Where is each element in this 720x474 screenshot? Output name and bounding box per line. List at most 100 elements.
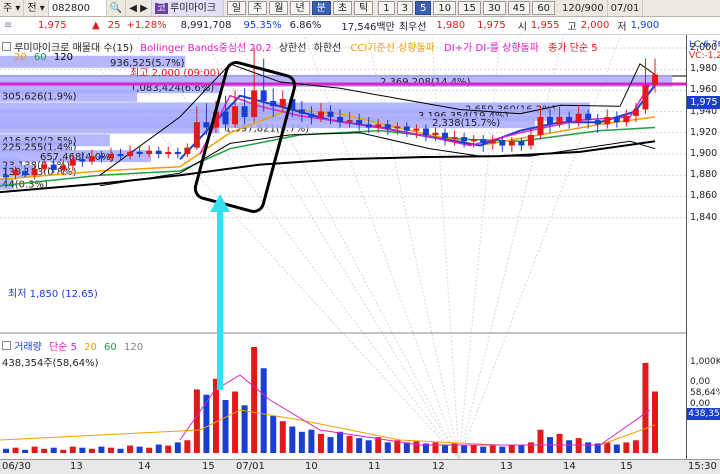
low-annotation: 최저 1,850 (12.65) (8, 288, 98, 300)
volume-bar (470, 444, 477, 453)
candle-body (556, 116, 563, 125)
time-axis-label: 11 (368, 461, 381, 472)
price-axis-label: 1,900 (690, 148, 718, 159)
candle-body (232, 106, 239, 125)
volume-bar (356, 438, 363, 453)
volume-bar (222, 400, 229, 453)
volume-bar (279, 421, 286, 453)
candle-body (632, 109, 639, 116)
candle-body (117, 154, 124, 157)
candle-body (566, 116, 573, 123)
candle-body (384, 124, 391, 129)
candle-body (594, 120, 601, 125)
volume-bar (260, 368, 267, 453)
profile-label: 2,369,208(14.4%) (380, 77, 471, 88)
volume-ma5-line (179, 374, 651, 446)
candle-body (451, 137, 458, 139)
candle-body (432, 132, 439, 135)
candle-body (346, 120, 353, 123)
ma120-line (0, 140, 656, 194)
candle-body (604, 116, 611, 125)
price-axis-label: 1,860 (690, 190, 718, 202)
candle-body (642, 85, 649, 110)
volume-bar (184, 440, 191, 453)
volume-ma120[interactable]: 120 (124, 342, 143, 353)
candle-body (279, 98, 286, 107)
volume-bar (136, 446, 143, 453)
volume-bar (575, 438, 582, 453)
candle-body (251, 90, 258, 117)
volume-bar (337, 431, 344, 453)
volume-bar (193, 389, 200, 453)
candle-body (422, 128, 429, 135)
candle-body (203, 122, 210, 128)
candle-body (127, 151, 134, 157)
time-axis-label: 10 (305, 461, 318, 472)
volume-bar (98, 446, 105, 453)
candle-body (298, 109, 305, 114)
volume-bar (251, 347, 258, 453)
candle-body (527, 134, 534, 146)
volume-bar (489, 445, 496, 453)
profile-label: 305,626(1.9%) (2, 92, 77, 103)
volume-axis-label: 58,64% (690, 388, 720, 398)
volume-bar (289, 426, 296, 453)
volume-bar (384, 442, 391, 453)
volume-bar (174, 442, 181, 453)
volume-bar (346, 436, 353, 453)
volume-bar (518, 445, 525, 453)
volume-bar (365, 440, 372, 453)
candle-body (165, 151, 172, 154)
candle-body (403, 126, 410, 131)
time-axis-label: 13 (70, 461, 83, 472)
volume-bar (327, 437, 334, 453)
volume-bar (604, 442, 611, 453)
volume-bar (566, 440, 573, 453)
price-axis-label: 1,880 (690, 169, 718, 181)
candle-body (107, 154, 114, 159)
time-axis-label: 15:30 (688, 461, 717, 472)
volume-bar (556, 433, 563, 453)
volume-bar (127, 445, 134, 453)
volume-title[interactable]: 거래량 (14, 342, 42, 353)
candle-body (50, 164, 57, 170)
volume-bar (117, 448, 124, 453)
price-axis-label: 1,920 (690, 126, 718, 138)
volume-bar (403, 442, 410, 453)
time-axis-label: 13 (500, 461, 513, 472)
candle-body (88, 156, 95, 162)
volume-bar (12, 447, 19, 453)
volume-bar (642, 362, 649, 453)
candle-body (98, 156, 105, 159)
candle-body (146, 150, 153, 154)
candle-body (547, 116, 554, 125)
volume-bar (241, 405, 248, 453)
price-axis-label: 1,960 (690, 84, 718, 96)
volume-bar (146, 447, 153, 453)
price-axis: LC:6,76 VC:-1,2 2,000 1,980 1,960 1,940 1,92… (686, 35, 720, 459)
candle-body (155, 150, 162, 154)
volume-ma5[interactable]: 단순 5 (49, 342, 77, 353)
time-axis-label: 14 (138, 461, 151, 472)
time-axis-label: 06/30 (2, 461, 31, 472)
volume-ma60[interactable]: 60 (104, 342, 117, 353)
stock-chart[interactable]: 936,525(5.7%)2,369,208(14.4%)1,083,424(6… (0, 0, 720, 474)
checkbox-icon[interactable] (2, 341, 11, 350)
volume-ma20[interactable]: 20 (84, 342, 97, 353)
candle-body (337, 116, 344, 123)
candle-body (394, 126, 401, 129)
candle-body (375, 124, 382, 128)
time-axis-label: 14 (563, 461, 576, 472)
price-axis-label: 2,000 (690, 42, 718, 53)
candle-body (442, 132, 449, 139)
candle-body (136, 151, 143, 154)
volume-bar (298, 431, 305, 453)
volume-bar (88, 448, 95, 453)
grid-line (458, 36, 501, 460)
volume-bar (50, 447, 57, 453)
candle-body (31, 168, 38, 176)
volume-bar (537, 429, 544, 453)
candle-body (79, 159, 86, 162)
grid-line (458, 36, 621, 460)
candle-body (327, 111, 334, 117)
